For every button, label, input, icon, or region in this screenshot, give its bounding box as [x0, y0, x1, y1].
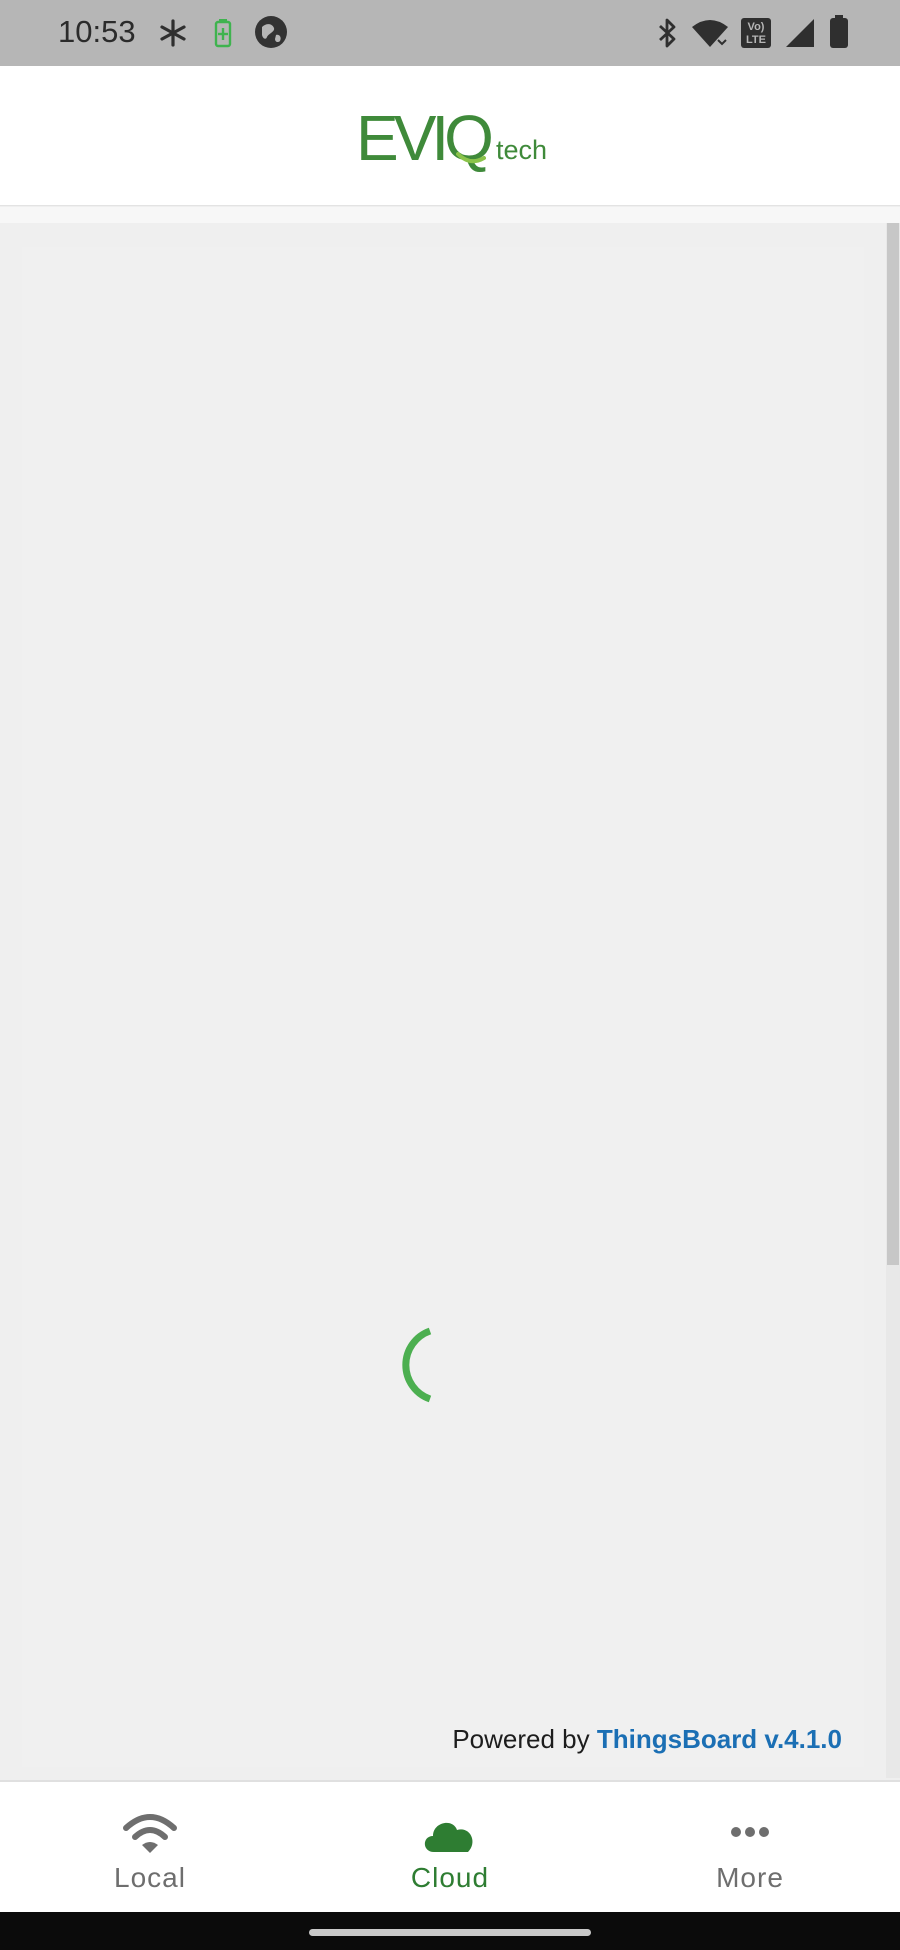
content-top-strip: [0, 207, 900, 223]
bluetooth-icon: [655, 16, 679, 55]
nav-item-local[interactable]: Local: [0, 1782, 300, 1912]
cell-signal-icon: [785, 18, 815, 53]
volte-icon: Vo) LTE: [740, 17, 772, 54]
bottom-navigation: Local Cloud More: [0, 1780, 900, 1912]
wifi-icon: [123, 1814, 177, 1853]
status-bar: 10:53 Vo) LTE: [0, 0, 900, 66]
powered-by-footer: Powered by ThingsBoard v.4.1.0: [452, 1724, 842, 1755]
cloud-icon: [424, 1822, 473, 1852]
battery-icon: [828, 14, 850, 55]
nav-label-local: Local: [114, 1862, 186, 1893]
wifi-icon: [690, 18, 730, 53]
logo-swoosh-icon: [456, 152, 486, 164]
spinner-icon: [402, 1327, 432, 1403]
vpn-globe-icon: [254, 15, 288, 54]
nav-item-cloud[interactable]: Cloud: [300, 1782, 600, 1912]
thingsboard-link[interactable]: ThingsBoard v.4.1.0: [597, 1724, 842, 1754]
svg-text:LTE: LTE: [746, 34, 766, 46]
scrollbar-thumb[interactable]: [887, 223, 899, 1265]
nav-label-more: More: [716, 1862, 784, 1893]
gesture-bar: [0, 1912, 900, 1950]
home-gesture-handle[interactable]: [309, 1929, 591, 1936]
status-time: 10:53: [58, 14, 136, 49]
nav-item-more[interactable]: More: [600, 1782, 900, 1912]
logo-sub-text: tech: [496, 135, 548, 165]
battery-saver-icon: [214, 18, 232, 53]
app-header: EVIQ tech: [0, 66, 900, 206]
loading-panel: [22, 247, 864, 1767]
powered-by-prefix: Powered by: [452, 1724, 597, 1754]
app-screen: 10:53 Vo) LTE EVIQ tech Powered by Thing…: [0, 0, 900, 1950]
webview-content[interactable]: [0, 223, 886, 1778]
svg-text:Vo): Vo): [748, 21, 765, 33]
nav-label-cloud: Cloud: [410, 1862, 490, 1893]
fan-icon: [158, 18, 188, 53]
more-dots-icon: [731, 1827, 769, 1837]
